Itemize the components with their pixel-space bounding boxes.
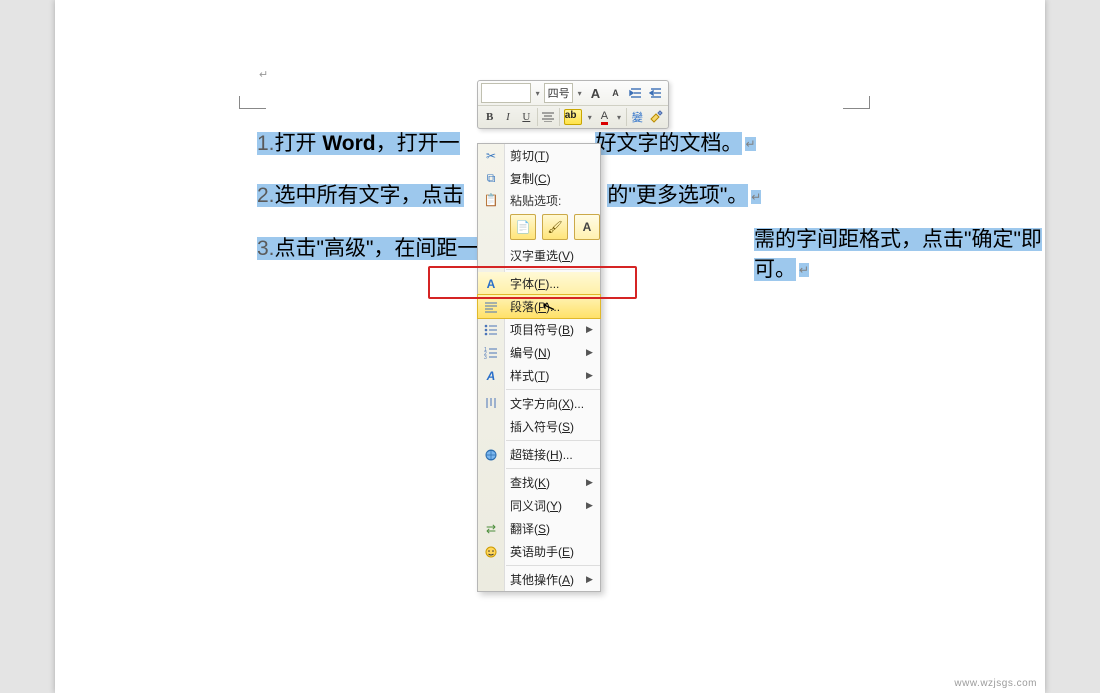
paste-text-only-button[interactable]: A <box>574 214 600 240</box>
translate-icon: ⇄ <box>478 522 504 536</box>
menu-separator <box>506 269 600 270</box>
menu-separator <box>506 440 600 441</box>
mini-toolbar: ▾ 四号 ▾ A A B I U <box>477 80 669 129</box>
font-size-drop-icon[interactable]: ▾ <box>574 84 585 102</box>
menu-text-direction[interactable]: 文字方向(X)... <box>478 392 600 415</box>
separator <box>559 108 560 126</box>
highlight-button[interactable]: ab <box>562 108 584 126</box>
menu-english-assistant[interactable]: 英语助手(E) <box>478 540 600 563</box>
align-center-button[interactable] <box>540 108 557 126</box>
bold-button[interactable]: B <box>481 108 498 126</box>
menu-bullets[interactable]: 项目符号(B) ▶ <box>478 318 600 341</box>
menu-find[interactable]: 查找(K) ▶ <box>478 471 600 494</box>
menu-synonym[interactable]: 同义词(Y) ▶ <box>478 494 600 517</box>
italic-button[interactable]: I <box>499 108 516 126</box>
hyperlink-icon <box>478 448 504 462</box>
submenu-arrow-icon: ▶ <box>586 477 600 488</box>
menu-font[interactable]: A 字体(F)... <box>478 272 600 295</box>
margin-corner-right <box>843 96 870 109</box>
submenu-arrow-icon: ▶ <box>586 500 600 511</box>
context-menu: ✂ 剪切(T) ⧉ 复制(C) 📋 粘贴选项: 📄 🖌 A 汉字重选(V) A … <box>477 143 601 592</box>
submenu-arrow-icon: ▶ <box>586 574 600 585</box>
menu-copy[interactable]: ⧉ 复制(C) <box>478 167 600 190</box>
phonetic-button[interactable]: 變 <box>629 108 646 126</box>
highlight-drop-icon[interactable]: ▾ <box>585 108 595 126</box>
separator <box>537 108 538 126</box>
font-color-button[interactable]: A <box>596 108 613 126</box>
separator <box>626 108 627 126</box>
menu-styles[interactable]: A 样式(T) ▶ <box>478 364 600 387</box>
font-name-drop-icon[interactable]: ▾ <box>532 84 543 102</box>
copy-icon: ⧉ <box>478 171 504 186</box>
paste-options-row: 📄 🖌 A <box>478 210 600 244</box>
menu-translate[interactable]: ⇄ 翻译(S) <box>478 517 600 540</box>
paragraph-icon <box>478 301 504 313</box>
bullets-icon <box>478 324 504 336</box>
paragraph-mark: ↵ <box>259 68 268 81</box>
numbering-icon: 123 <box>478 347 504 359</box>
font-size-combo[interactable]: 四号 <box>544 83 573 103</box>
watermark-text: www.wzjsgs.com <box>954 678 1037 689</box>
cut-icon: ✂ <box>478 149 504 163</box>
font-icon: A <box>478 277 504 291</box>
styles-icon: A <box>478 369 504 383</box>
submenu-arrow-icon: ▶ <box>586 347 600 358</box>
menu-cut[interactable]: ✂ 剪切(T) <box>478 144 600 167</box>
svg-text:3: 3 <box>484 355 487 359</box>
menu-other-actions[interactable]: 其他操作(A) ▶ <box>478 568 600 591</box>
format-painter-button[interactable] <box>647 108 665 126</box>
paste-icon: 📋 <box>478 193 504 207</box>
margin-corner-left <box>239 96 266 109</box>
submenu-arrow-icon: ▶ <box>586 324 600 335</box>
paste-keep-source-button[interactable]: 📄 <box>510 214 536 240</box>
font-color-drop-icon[interactable]: ▾ <box>614 108 624 126</box>
assistant-icon <box>478 545 504 559</box>
menu-hyperlink[interactable]: 超链接(H)... <box>478 443 600 466</box>
increase-indent-button[interactable] <box>646 84 665 102</box>
underline-button[interactable]: U <box>518 108 535 126</box>
paste-merge-button[interactable]: 🖌 <box>542 214 568 240</box>
menu-numbering[interactable]: 123 编号(N) ▶ <box>478 341 600 364</box>
submenu-arrow-icon: ▶ <box>586 370 600 381</box>
shrink-font-button[interactable]: A <box>606 84 625 102</box>
text-direction-icon <box>478 397 504 411</box>
menu-paragraph[interactable]: 段落(P)... <box>478 295 600 318</box>
decrease-indent-button[interactable] <box>626 84 645 102</box>
grow-font-button[interactable]: A <box>586 84 605 102</box>
menu-paste-options-label: 📋 粘贴选项: <box>478 190 600 210</box>
text-line-2[interactable]: 2.选中所有文字，点击 的"更多选项"。↵ <box>257 170 957 222</box>
menu-separator <box>506 389 600 390</box>
document-page: ↵ 1.打开 Word，打开一 好文字的文档。↵ 2.选中所有文字，点击 的"更… <box>55 0 1045 693</box>
menu-insert-symbol[interactable]: 插入符号(S) <box>478 415 600 438</box>
menu-hanzi-reconvert[interactable]: 汉字重选(V) <box>478 244 600 267</box>
menu-separator <box>506 565 600 566</box>
text-line-3b[interactable]: 需的字间距格式，点击"确定"即可。↵ <box>754 223 1045 283</box>
menu-separator <box>506 468 600 469</box>
font-name-combo[interactable] <box>481 83 531 103</box>
